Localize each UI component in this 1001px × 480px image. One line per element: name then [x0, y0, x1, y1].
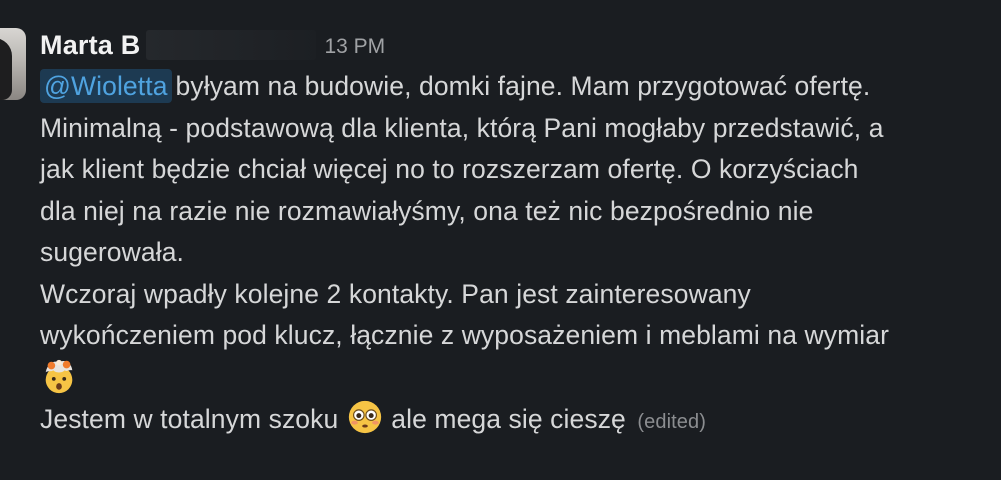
avatar[interactable]: [0, 28, 26, 100]
message-text: Minimalną - podstawową dla klienta, któr…: [40, 112, 884, 143]
message-line: Jestem w totalnym szoku ale mega się cie…: [40, 398, 990, 440]
message-line: [40, 357, 990, 399]
message-text: byłyam na budowie, domki fajne. Mam przy…: [175, 71, 871, 101]
sender-name[interactable]: Marta B: [40, 30, 140, 61]
message-line: Wczoraj wpadły kolejne 2 kontakty. Pan j…: [40, 274, 990, 316]
message-text: wykończeniem pod klucz, łącznie z wyposa…: [40, 320, 890, 350]
message-text: jak klient będzie chciał więcej no to ro…: [40, 154, 859, 184]
message-line: dla niej na razie nie rozmawiałyśmy, ona…: [40, 191, 990, 233]
message-text: Jestem w totalnym szoku: [40, 404, 339, 434]
message-text: ale mega się cieszę: [391, 404, 626, 434]
timestamp[interactable]: 13 PM: [324, 35, 385, 59]
message-text: sugerowała.: [40, 237, 184, 267]
message-text: Wczoraj wpadły kolejne 2 kontakty. Pan j…: [40, 278, 751, 309]
message-line: Minimalną - podstawową dla klienta, któr…: [40, 108, 990, 150]
chat-message: Marta B 13 PM @Wioletta byłyam na budowie…: [0, 0, 1001, 480]
message-line: jak klient będzie chciał więcej no to ro…: [40, 149, 990, 191]
message-line: sugerowała.: [40, 232, 990, 274]
message-header: Marta B 13 PM: [40, 28, 385, 62]
message-body: @Wioletta byłyam na budowie, domki fajne.…: [40, 66, 990, 440]
message-line: wykończeniem pod klucz, łącznie z wyposa…: [40, 315, 990, 357]
avatar-image: [0, 38, 12, 100]
flushed-face-icon[interactable]: [346, 398, 384, 436]
user-mention[interactable]: @Wioletta: [40, 69, 172, 103]
message-text: dla niej na razie nie rozmawiałyśmy, ona…: [40, 195, 814, 226]
redacted-area: [146, 30, 317, 60]
message-line: @Wioletta byłyam na budowie, domki fajne.…: [40, 66, 990, 108]
exploding-head-icon[interactable]: [40, 357, 78, 395]
edited-label: (edited): [637, 411, 706, 433]
